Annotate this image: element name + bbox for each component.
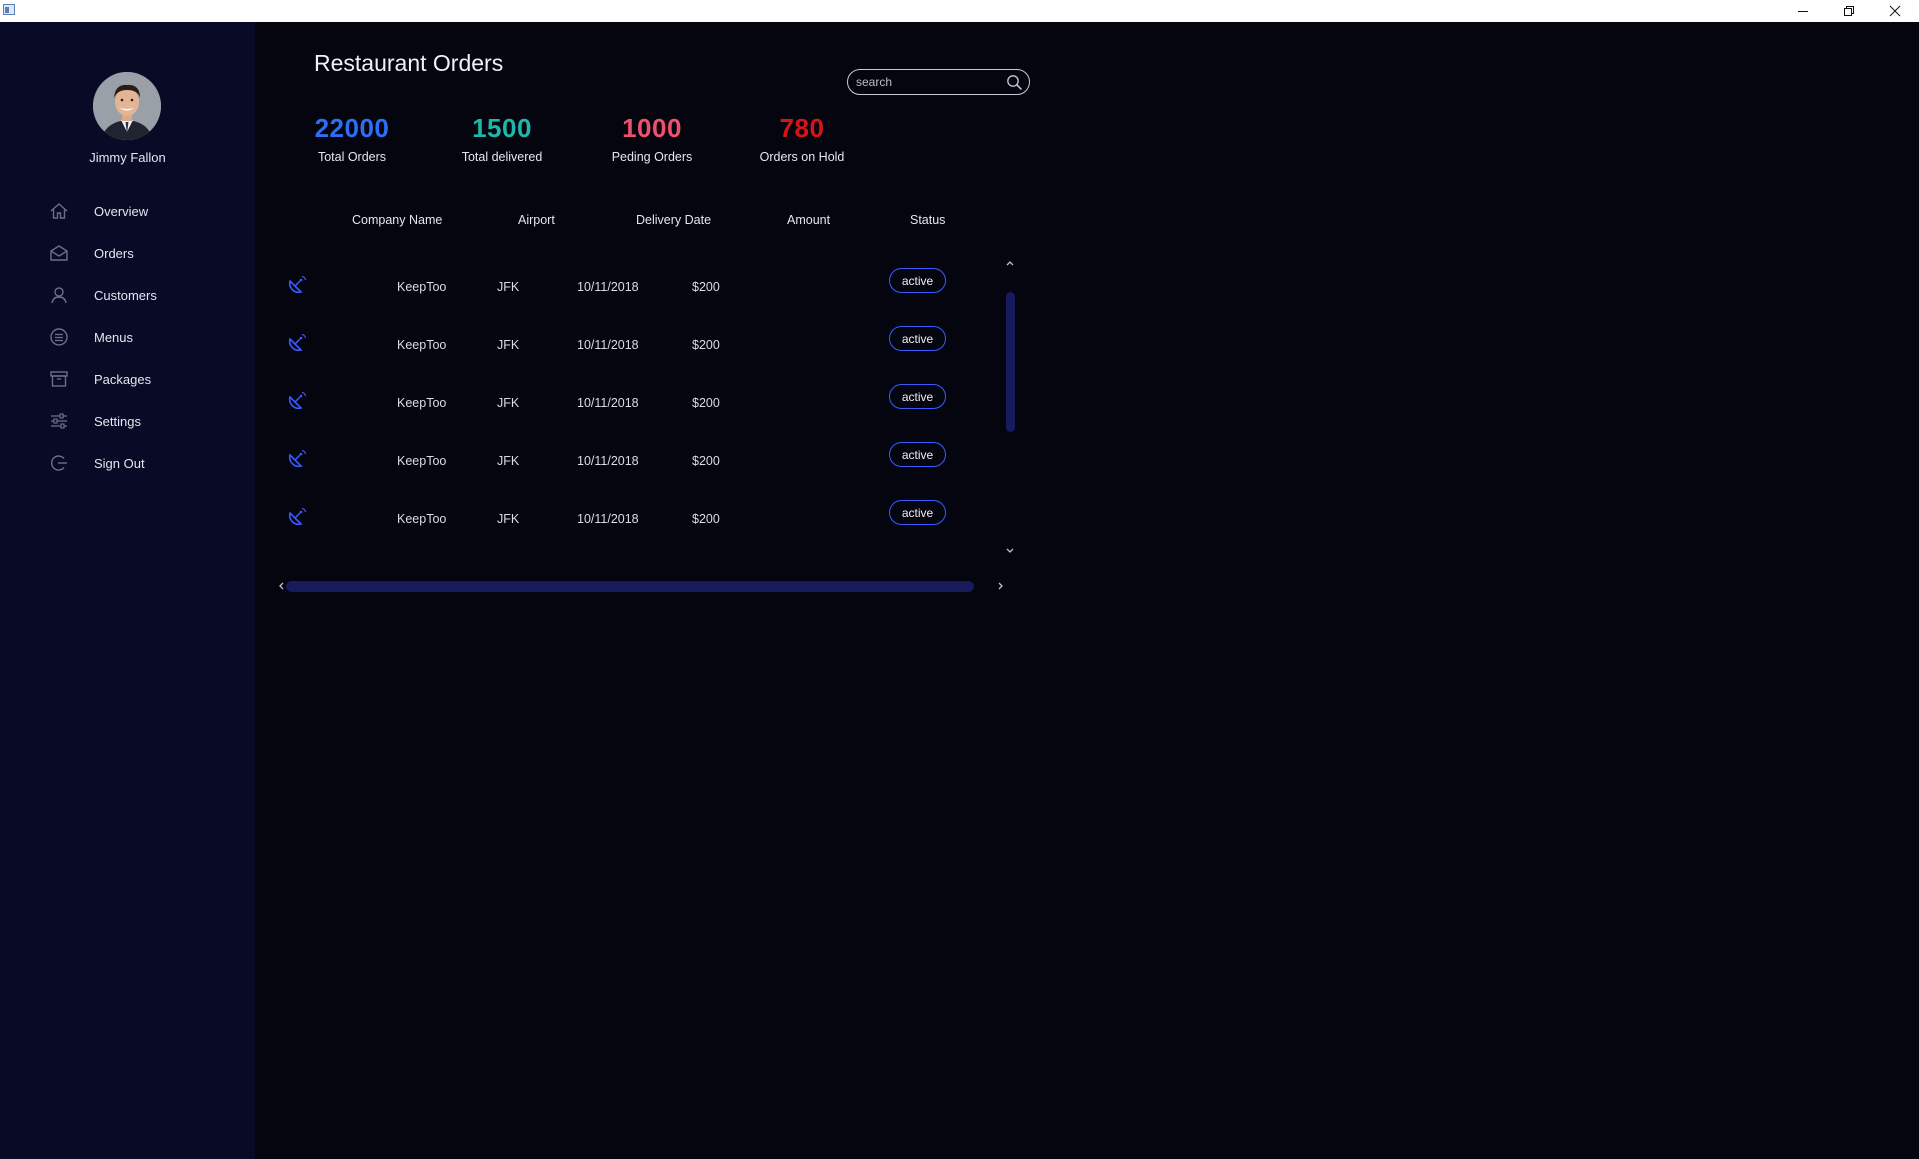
status-badge[interactable]: active [889,442,946,467]
avatar[interactable] [93,72,161,140]
sidebar-item-orders[interactable]: Orders [48,239,248,267]
cell-amount: $200 [692,396,720,410]
envelope-icon [48,242,70,264]
cell-amount: $200 [692,454,720,468]
minimize-icon [1798,11,1808,12]
cell-delivery-date: 10/11/2018 [577,454,639,468]
satellite-dish-icon[interactable] [286,274,308,301]
archive-box-icon [48,368,70,390]
sidebar-item-settings[interactable]: Settings [48,407,248,435]
table-row[interactable]: KeepToo JFK 10/11/2018 $200 active [280,500,1020,570]
scroll-up-arrow[interactable] [1003,256,1017,268]
sidebar-item-packages[interactable]: Packages [48,365,248,393]
cell-delivery-date: 10/11/2018 [577,338,639,352]
vertical-scrollbar-thumb[interactable] [1006,292,1015,432]
sign-out-icon [48,452,70,474]
cell-company: KeepToo [397,280,447,294]
window-title-bar [0,0,1919,22]
list-circle-icon [48,326,70,348]
stat-label: Total Orders [317,150,387,164]
cell-company: KeepToo [397,512,447,526]
stat-label: Peding Orders [611,150,693,164]
satellite-dish-icon[interactable] [286,390,308,417]
sidebar-item-label: Packages [94,371,152,387]
stat-label: Orders on Hold [759,150,845,164]
column-header-airport[interactable]: Airport [518,213,555,227]
sidebar-item-label: Menus [94,329,134,345]
column-header-delivery-date[interactable]: Delivery Date [636,213,711,227]
cell-company: KeepToo [397,338,447,352]
avatar-photo [93,72,161,140]
status-badge[interactable]: active [889,268,946,293]
main-content: Restaurant Orders 22000 Total Orders 150… [255,22,1919,1159]
sidebar-item-customers[interactable]: Customers [48,281,248,309]
stat-total-orders: 22000 Total Orders [277,115,427,164]
cell-amount: $200 [692,280,720,294]
stat-label: Total delivered [461,150,543,164]
window-app-icon [3,4,15,15]
home-icon [48,200,70,222]
user-icon [48,284,70,306]
restore-icon [1844,6,1854,16]
sidebar-item-label: Orders [94,245,134,261]
sidebar-item-sign-out[interactable]: Sign Out [48,449,248,477]
scroll-down-arrow[interactable] [1003,544,1017,556]
cell-delivery-date: 10/11/2018 [577,512,639,526]
cell-airport: JFK [497,280,520,294]
scroll-right-arrow[interactable] [995,579,1007,593]
restore-button[interactable] [1826,0,1872,22]
stat-value: 1000 [622,113,682,143]
stat-value: 22000 [314,113,390,143]
cell-delivery-date: 10/11/2018 [577,396,639,410]
sidebar-item-label: Settings [94,413,141,429]
cell-amount: $200 [692,512,720,526]
stat-pending-orders: 1000 Peding Orders [577,115,727,164]
stat-total-delivered: 1500 Total delivered [427,115,577,164]
profile-name: Jimmy Fallon [89,150,166,165]
sidebar: Jimmy Fallon Overview Orders Customers M… [0,22,255,1159]
cell-amount: $200 [692,338,720,352]
status-badge[interactable]: active [889,384,946,409]
column-header-status[interactable]: Status [910,213,945,227]
cell-delivery-date: 10/11/2018 [577,280,639,294]
page-title: Restaurant Orders [314,50,504,76]
cell-company: KeepToo [397,396,447,410]
satellite-dish-icon[interactable] [286,506,308,533]
horizontal-scrollbar-thumb[interactable] [286,581,974,592]
sidebar-item-label: Overview [94,203,149,219]
satellite-dish-icon[interactable] [286,332,308,359]
cell-airport: JFK [497,512,520,526]
sidebar-item-label: Sign Out [94,455,145,471]
cell-airport: JFK [497,338,520,352]
cell-airport: JFK [497,396,520,410]
stat-value: 1500 [472,113,532,143]
search-input[interactable] [856,73,996,91]
status-badge[interactable]: active [889,326,946,351]
search-box[interactable] [847,69,1030,95]
cell-company: KeepToo [397,454,447,468]
close-button[interactable] [1872,0,1918,22]
sliders-icon [48,410,70,432]
stat-value: 780 [779,113,825,143]
column-header-company[interactable]: Company Name [352,213,442,227]
minimize-button[interactable] [1780,0,1826,22]
satellite-dish-icon[interactable] [286,448,308,475]
sidebar-item-menus[interactable]: Menus [48,323,248,351]
column-header-amount[interactable]: Amount [787,213,830,227]
search-icon[interactable] [1006,74,1023,96]
stat-orders-on-hold: 780 Orders on Hold [727,115,877,164]
close-icon [1889,5,1901,17]
sidebar-item-label: Customers [94,287,157,303]
status-badge[interactable]: active [889,500,946,525]
cell-airport: JFK [497,454,520,468]
sidebar-item-overview[interactable]: Overview [48,197,248,225]
